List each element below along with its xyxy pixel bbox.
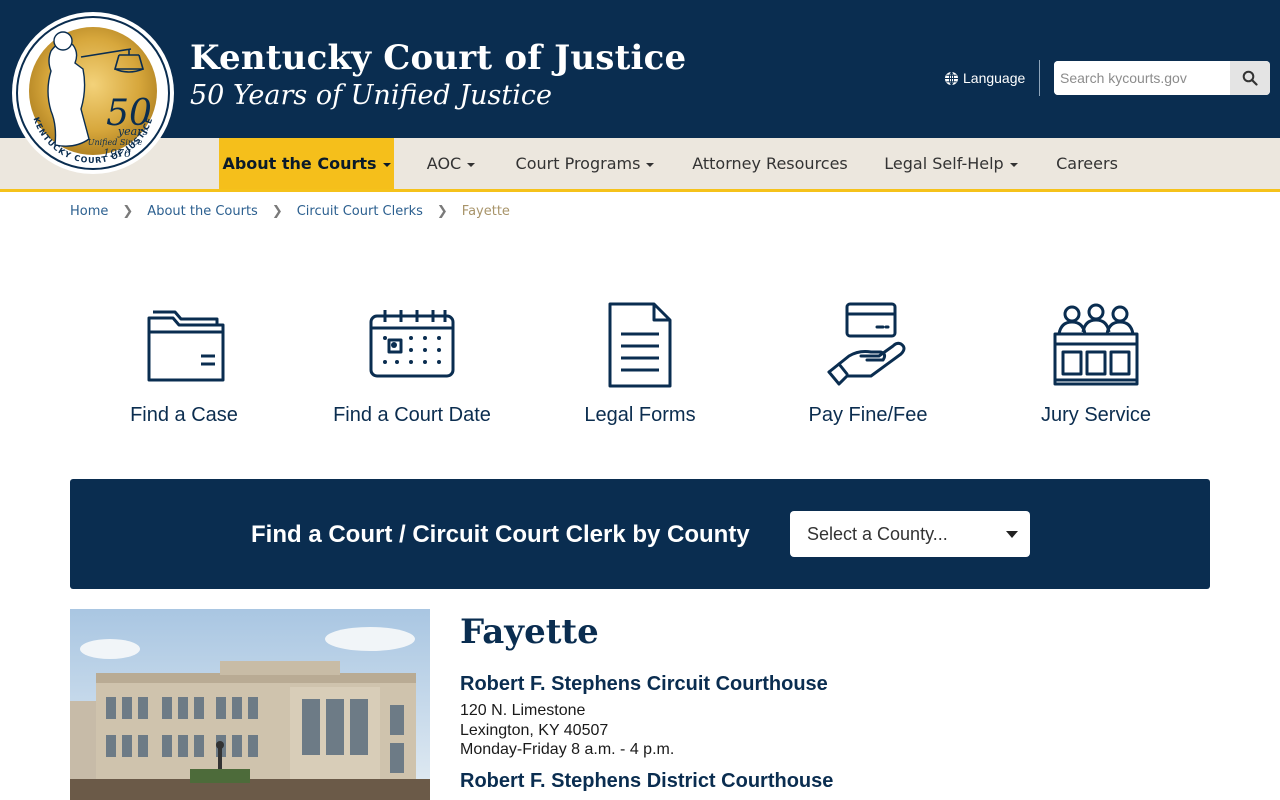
nav-label: About the Courts bbox=[222, 154, 377, 173]
nav-label: AOC bbox=[426, 154, 462, 173]
county-select-value: Select a County... bbox=[807, 523, 948, 544]
language-button[interactable]: Language bbox=[944, 66, 1025, 90]
site-subtitle: 50 Years of Unified Justice bbox=[190, 80, 552, 111]
quick-link-label: Pay Fine/Fee bbox=[808, 404, 928, 426]
breadcrumb-current: Fayette bbox=[461, 203, 510, 219]
breadcrumb-about-the-courts[interactable]: About the Courts bbox=[147, 204, 258, 219]
header-divider bbox=[1039, 60, 1040, 96]
caret-down-icon bbox=[382, 162, 391, 167]
county-select[interactable]: Select a County... bbox=[790, 511, 1030, 557]
breadcrumb-circuit-court-clerks[interactable]: Circuit Court Clerks bbox=[297, 204, 423, 219]
nav-label: Court Programs bbox=[515, 154, 641, 173]
globe-icon bbox=[944, 71, 959, 85]
nav-careers[interactable]: Careers bbox=[1046, 138, 1128, 189]
nav-label: Attorney Resources bbox=[692, 154, 848, 173]
site-header: Kentucky Court of Justice 50 Years of Un… bbox=[0, 0, 1280, 138]
jury-box-icon bbox=[1053, 303, 1139, 386]
courthouse-name: Robert F. Stephens Circuit Courthouse bbox=[460, 673, 828, 695]
quick-link-pay-fine-fee[interactable]: Pay Fine/Fee bbox=[754, 300, 982, 435]
quick-link-find-a-court-date[interactable]: Find a Court Date bbox=[298, 300, 526, 435]
court-seal-logo[interactable]: 50 years Unified Since 1976 KENTUCKY COU… bbox=[11, 11, 175, 175]
breadcrumb-home[interactable]: Home bbox=[70, 204, 108, 219]
caret-down-icon bbox=[646, 162, 655, 167]
county-finder-label: Find a Court / Circuit Court Clerk by Co… bbox=[251, 521, 750, 548]
caret-down-icon bbox=[1009, 162, 1018, 167]
quick-link-legal-forms[interactable]: Legal Forms bbox=[526, 300, 754, 435]
courthouse-street: 120 N. Limestone bbox=[460, 702, 586, 719]
courthouse-name: Robert F. Stephens District Courthouse bbox=[460, 770, 834, 792]
quick-link-find-a-case[interactable]: Find a Case bbox=[70, 300, 298, 435]
courthouse-hours: Monday-Friday 8 a.m. - 4 p.m. bbox=[460, 741, 675, 758]
chevron-right-icon: ❯ bbox=[271, 203, 283, 219]
county-heading: Fayette bbox=[460, 612, 599, 652]
nav-aoc[interactable]: AOC bbox=[414, 138, 488, 189]
search-input[interactable] bbox=[1054, 61, 1230, 95]
card-hand-icon bbox=[827, 302, 906, 386]
main-nav: About the Courts AOC Court Programs Atto… bbox=[0, 138, 1280, 192]
quick-link-label: Legal Forms bbox=[584, 404, 696, 426]
nav-court-programs[interactable]: Court Programs bbox=[504, 138, 666, 189]
quick-link-label: Find a Case bbox=[130, 404, 238, 426]
site-search bbox=[1054, 61, 1270, 95]
breadcrumb: Home ❯ About the Courts ❯ Circuit Court … bbox=[70, 202, 510, 220]
nav-legal-self-help[interactable]: Legal Self-Help bbox=[874, 138, 1028, 189]
nav-about-the-courts[interactable]: About the Courts bbox=[219, 138, 394, 189]
caret-down-icon bbox=[467, 162, 476, 167]
nav-label: Legal Self-Help bbox=[884, 154, 1004, 173]
folder-icon bbox=[147, 310, 225, 382]
nav-attorney-resources[interactable]: Attorney Resources bbox=[682, 138, 858, 189]
quick-link-label: Find a Court Date bbox=[333, 404, 491, 426]
nav-label: Careers bbox=[1056, 154, 1118, 173]
search-icon bbox=[1242, 70, 1258, 86]
county-finder: Find a Court / Circuit Court Clerk by Co… bbox=[70, 479, 1210, 589]
site-title[interactable]: Kentucky Court of Justice bbox=[190, 38, 686, 78]
dropdown-arrow-icon bbox=[1006, 531, 1018, 538]
quick-link-label: Jury Service bbox=[1040, 404, 1152, 426]
courthouse-photo bbox=[70, 609, 430, 800]
chevron-right-icon: ❯ bbox=[122, 203, 134, 219]
document-icon bbox=[608, 302, 672, 388]
calendar-icon bbox=[369, 310, 455, 378]
courthouse-city: Lexington, KY 40507 bbox=[460, 721, 609, 739]
chevron-right-icon: ❯ bbox=[436, 203, 448, 219]
search-button[interactable] bbox=[1230, 61, 1270, 95]
quick-link-jury-service[interactable]: Jury Service bbox=[982, 300, 1210, 435]
language-label: Language bbox=[963, 70, 1026, 86]
